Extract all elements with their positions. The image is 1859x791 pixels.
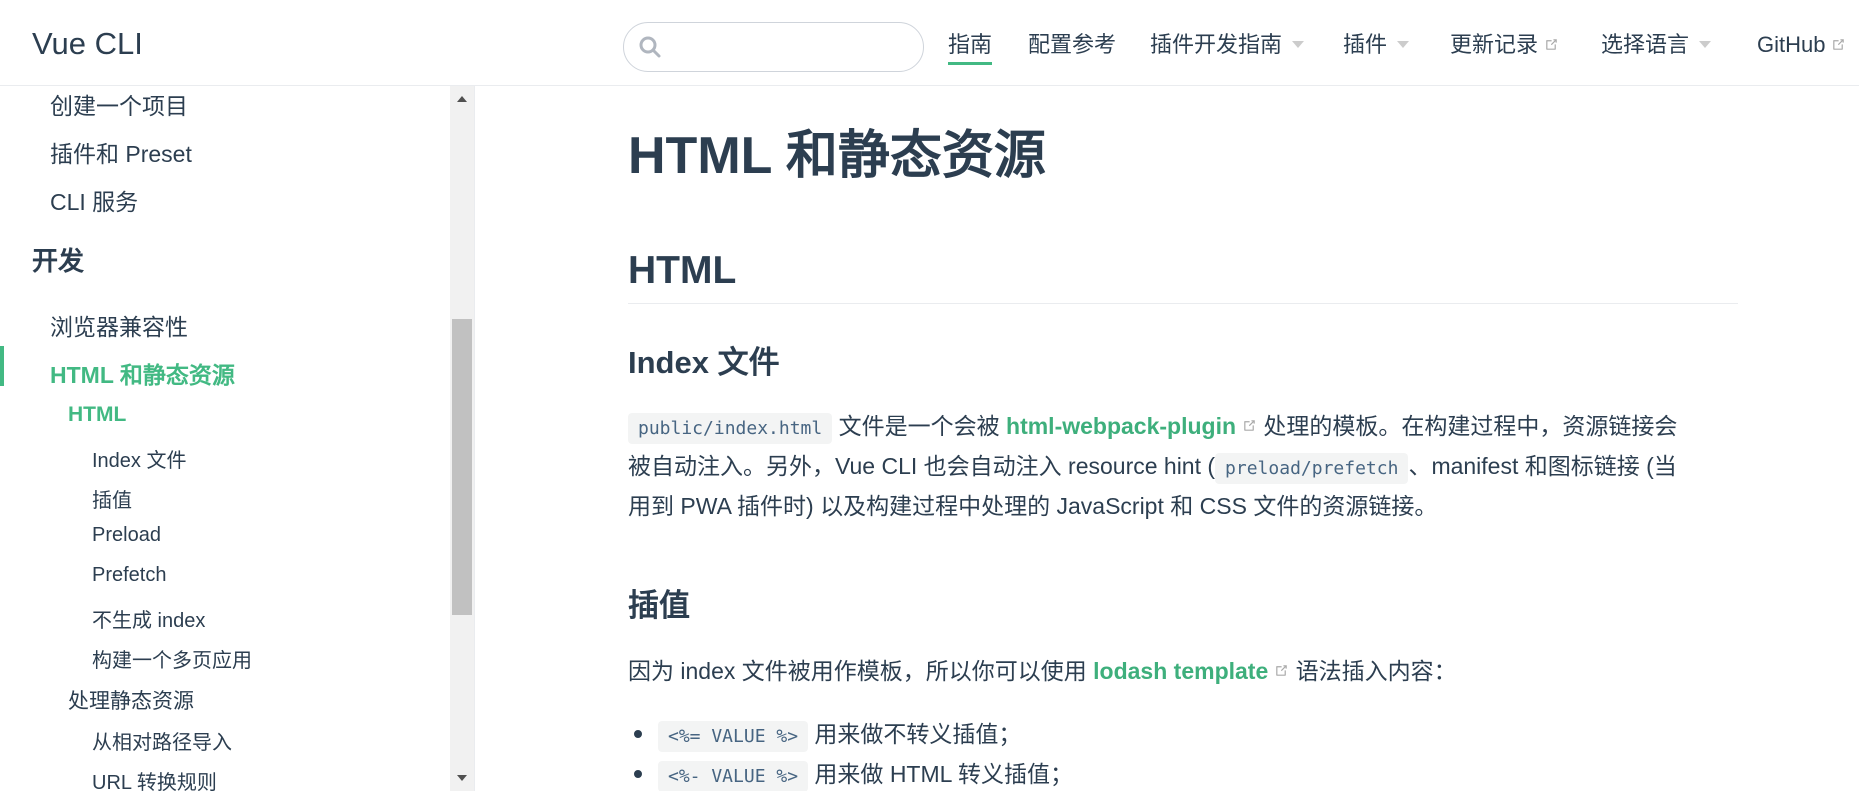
scroll-up-arrow-icon[interactable] bbox=[457, 96, 467, 102]
list-item: <%- VALUE %> 用来做 HTML 转义插值； bbox=[628, 756, 1073, 791]
paragraph-line: 被自动注入。另外，Vue CLI 也会自动注入 resource hint (p… bbox=[628, 446, 1738, 486]
sidebar-item-multi-page[interactable]: 构建一个多页应用 bbox=[92, 644, 252, 673]
nav-item-changelog[interactable]: 更新记录 bbox=[1450, 28, 1559, 62]
sidebar-item-preload[interactable]: Preload bbox=[92, 524, 161, 547]
sidebar-scrollbar[interactable] bbox=[450, 86, 474, 791]
external-link-icon bbox=[1244, 420, 1255, 432]
nav-item-config[interactable]: 配置参考 bbox=[1028, 28, 1116, 62]
sidebar-item-html-assets[interactable]: HTML 和静态资源 bbox=[50, 356, 235, 390]
nav-item-guide[interactable]: 指南 bbox=[948, 28, 993, 65]
nav-item-label: 插件 bbox=[1343, 32, 1388, 57]
nav-item-label: 配置参考 bbox=[1028, 32, 1117, 57]
inline-code: public/index.html bbox=[628, 413, 833, 444]
nav-item-plugin-dev[interactable]: 插件开发指南 bbox=[1150, 28, 1305, 62]
scroll-thumb[interactable] bbox=[452, 319, 472, 615]
list-item-text: 用来做不转义插值； bbox=[808, 721, 1022, 747]
sidebar-item-relative-imports[interactable]: 从相对路径导入 bbox=[92, 726, 232, 755]
html-webpack-plugin-link[interactable]: html-webpack-plugin bbox=[1006, 413, 1257, 439]
subsection-heading-index: Index 文件 bbox=[628, 343, 780, 383]
paragraph-line: 用到 PWA 插件时) 以及构建过程中处理的 JavaScript 和 CSS … bbox=[628, 486, 1738, 526]
paragraph-line: public/index.html 文件是一个会被 html-webpack-p… bbox=[628, 406, 1738, 446]
text: 处理的模板。在构建过程中，资源链接会 bbox=[1257, 413, 1678, 439]
sidebar-item-url-rules[interactable]: URL 转换规则 bbox=[92, 766, 217, 791]
sidebar-item-plugins-preset[interactable]: 插件和 Preset bbox=[50, 135, 192, 169]
text: 被自动注入。另外，Vue CLI 也会自动注入 resource hint ( bbox=[628, 453, 1216, 479]
link-text: lodash template bbox=[1093, 658, 1269, 684]
nav-item-plugins[interactable]: 插件 bbox=[1343, 28, 1410, 62]
sidebar-item-interpolation[interactable]: 插值 bbox=[92, 484, 132, 513]
text: 语法插入内容： bbox=[1289, 658, 1457, 684]
page-title: HTML 和静态资源 bbox=[628, 127, 1046, 185]
navbar: Vue CLI 指南 配置参考 插件开发指南 插件 更新记录 选择语言 GitH… bbox=[0, 0, 1859, 86]
external-link-icon bbox=[1276, 665, 1288, 677]
subsection-heading-interpolation: 插值 bbox=[628, 588, 690, 623]
search-icon bbox=[639, 36, 661, 58]
nav-item-language[interactable]: 选择语言 bbox=[1601, 28, 1712, 62]
sidebar-group-heading[interactable]: 开发 bbox=[32, 241, 84, 278]
inline-code: <%= VALUE %> bbox=[658, 721, 809, 752]
nav-item-github[interactable]: GitHub bbox=[1757, 28, 1846, 62]
bullet-icon bbox=[634, 769, 642, 778]
sidebar-item-browser-compat[interactable]: 浏览器兼容性 bbox=[50, 308, 188, 342]
link-text: html-webpack-plugin bbox=[1006, 413, 1237, 439]
sidebar-item-cli-service[interactable]: CLI 服务 bbox=[50, 183, 138, 217]
nav-item-label: 选择语言 bbox=[1601, 32, 1690, 57]
external-link-icon bbox=[1546, 38, 1557, 50]
sidebar-item-html[interactable]: HTML bbox=[68, 403, 126, 427]
sidebar-item-disable-index[interactable]: 不生成 index bbox=[92, 604, 205, 633]
paragraph-line: 因为 index 文件被用作模板，所以你可以使用 lodash template… bbox=[628, 651, 1738, 691]
section-heading-html: HTML bbox=[628, 249, 737, 292]
search-input[interactable] bbox=[623, 22, 924, 72]
site-name-link[interactable]: Vue CLI bbox=[32, 26, 143, 62]
inline-code: <%- VALUE %> bbox=[658, 761, 809, 791]
nav-item-label: 插件开发指南 bbox=[1150, 32, 1283, 57]
sidebar: 创建一个项目 插件和 Preset CLI 服务 开发 浏览器兼容性 HTML … bbox=[0, 86, 475, 791]
paragraph-index-file: public/index.html 文件是一个会被 html-webpack-p… bbox=[628, 406, 1738, 526]
external-link-icon bbox=[1833, 38, 1845, 50]
nav-item-label: GitHub bbox=[1757, 32, 1826, 57]
nav-item-label: 指南 bbox=[948, 32, 993, 57]
text: 、manifest 和图标链接 (当 bbox=[1408, 453, 1677, 479]
heading-divider bbox=[628, 303, 1738, 304]
chevron-down-icon bbox=[1397, 40, 1410, 48]
sidebar-item-create-project[interactable]: 创建一个项目 bbox=[50, 87, 188, 121]
list-item: <%= VALUE %> 用来做不转义插值； bbox=[628, 716, 1021, 755]
active-indicator bbox=[0, 346, 4, 386]
heading-prefix: Index bbox=[628, 345, 718, 380]
text: 文件是一个会被 bbox=[832, 413, 1007, 439]
sidebar-item-index-file[interactable]: Index 文件 bbox=[92, 444, 186, 473]
text: 因为 index 文件被用作模板，所以你可以使用 bbox=[628, 658, 1094, 684]
sidebar-item-static-assets[interactable]: 处理静态资源 bbox=[68, 685, 194, 715]
lodash-template-link[interactable]: lodash template bbox=[1093, 658, 1289, 684]
paragraph-interpolation: 因为 index 文件被用作模板，所以你可以使用 lodash template… bbox=[628, 651, 1738, 691]
list-item-text: 用来做 HTML 转义插值； bbox=[808, 761, 1073, 787]
scroll-down-arrow-icon[interactable] bbox=[457, 775, 467, 781]
text: 用到 PWA 插件时) 以及构建过程中处理的 JavaScript 和 CSS … bbox=[628, 493, 1438, 519]
heading-strong: 文件 bbox=[717, 345, 780, 380]
chevron-down-icon bbox=[1699, 40, 1712, 48]
inline-code: preload/prefetch bbox=[1215, 453, 1409, 484]
bullet-icon bbox=[634, 729, 642, 738]
chevron-down-icon bbox=[1292, 40, 1305, 48]
nav-item-label: 更新记录 bbox=[1450, 32, 1539, 57]
sidebar-item-prefetch[interactable]: Prefetch bbox=[92, 564, 166, 587]
main-content: HTML 和静态资源 HTML Index 文件 public/index.ht… bbox=[628, 86, 1738, 791]
